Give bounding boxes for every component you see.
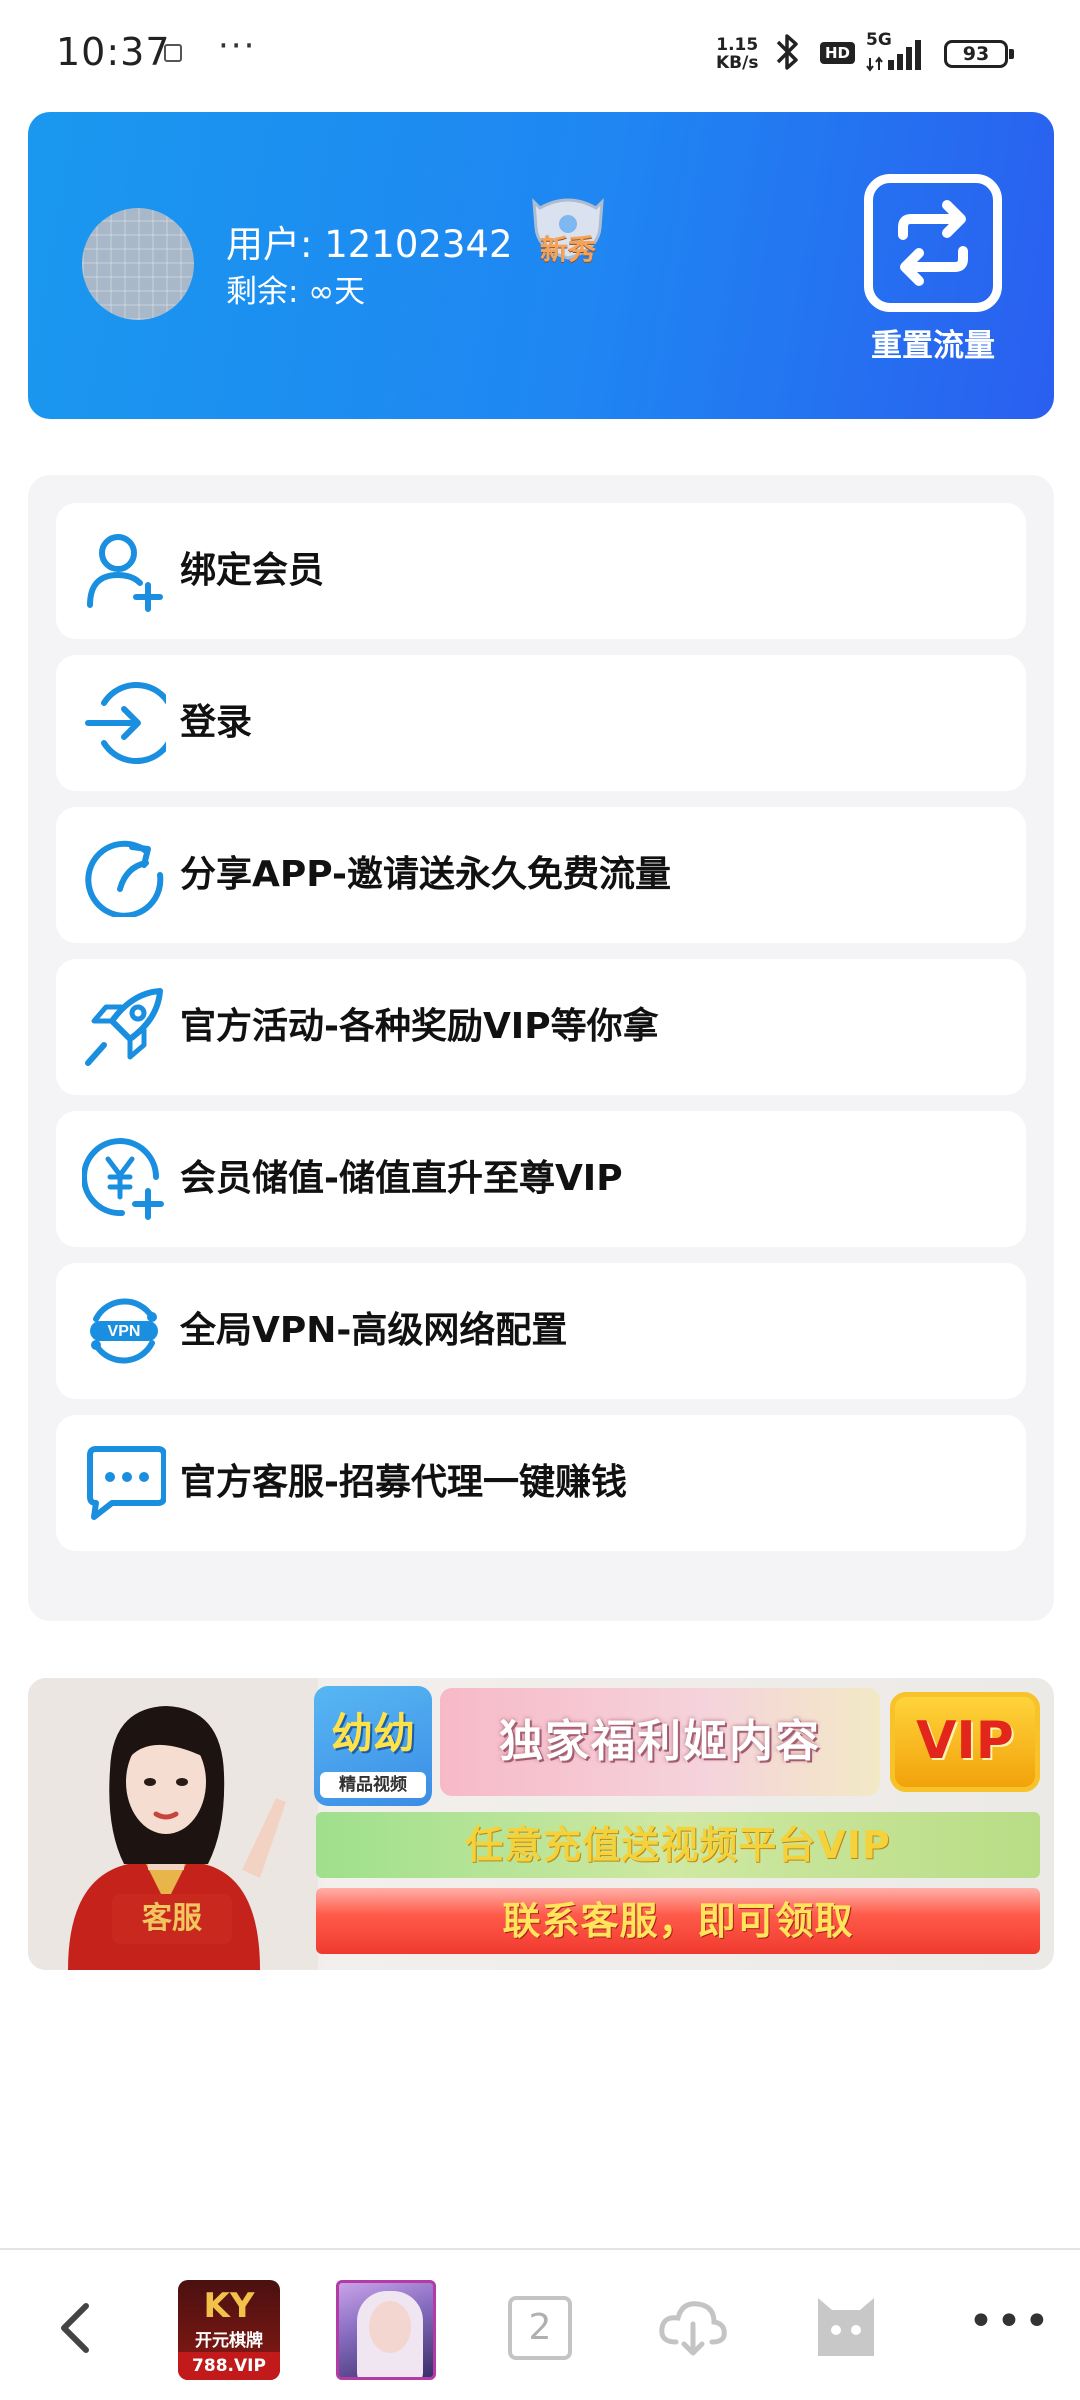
speed-value: 1.15 [716, 35, 759, 55]
app-logo-text: 幼幼 [330, 1709, 415, 1758]
menu-item-label: 全局VPN-高级网络配置 [180, 1310, 568, 1351]
app-logo-tile: 幼幼 精品视频 [314, 1686, 432, 1806]
menu-item-share-app[interactable]: 分享APP-邀请送永久免费流量 [56, 807, 1026, 943]
app-thumbnail-face [369, 2301, 411, 2353]
hd-voice-icon: HD [820, 42, 856, 64]
bluetooth-icon [776, 34, 798, 70]
shortcut-app-photo[interactable] [336, 2280, 436, 2380]
cloud-download-icon[interactable] [656, 2294, 728, 2358]
profile-card: 用户: 12102342 剩余: ∞天 新秀 重置流量 [28, 112, 1054, 419]
menu-item-login[interactable]: 登录 [56, 655, 1026, 791]
back-arrow-icon[interactable] [52, 2300, 100, 2356]
rocket-icon [85, 988, 163, 1066]
remaining-days: 剩余: ∞天 [226, 274, 366, 310]
cat-mode-icon[interactable] [814, 2290, 878, 2360]
speed-unit: KB/s [716, 53, 759, 73]
menu-item-label: 会员储值-储值直升至尊VIP [180, 1158, 623, 1199]
svg-text:VPN: VPN [108, 1323, 141, 1340]
menu-panel: 绑定会员 登录 分享APP-邀请送永久免费流量 官方活动-各种奖励VIP等你拿 [28, 475, 1054, 1621]
menu-item-label: 官方客服-招募代理一键赚钱 [180, 1462, 627, 1503]
menu-item-label: 登录 [180, 702, 253, 743]
shortcut-app-kaiyuan[interactable]: KY 开元棋牌 788.VIP [178, 2280, 280, 2380]
vip-badge: VIP [890, 1692, 1040, 1792]
banner-title: 独家福利姬内容 [440, 1688, 880, 1796]
network-speed: 1.15 KB/s [716, 36, 758, 72]
tabs-count-button[interactable]: 2 [508, 2296, 572, 2360]
menu-item-customer-service[interactable]: 官方客服-招募代理一键赚钱 [56, 1415, 1026, 1551]
avatar-pixel-pattern [82, 208, 194, 320]
reset-traffic-label: 重置流量 [871, 328, 995, 364]
promo-banner[interactable]: 客服 幼幼 精品视频 独家福利姬内容 VIP 任意充值送视频平台VIP 联系客服… [28, 1678, 1054, 1970]
vpn-icon: VPN [90, 1298, 158, 1364]
rank-label: 新秀 [539, 233, 596, 266]
chat-bubble-icon [87, 1446, 166, 1520]
app-name: 开元棋牌 [195, 2331, 263, 2351]
app-logo-subtitle: 精品视频 [320, 1772, 426, 1798]
battery-icon: 93 [944, 40, 1014, 68]
banner-contact-line: 联系客服，即可领取 [316, 1888, 1040, 1954]
rank-badge: 新秀 [526, 194, 610, 268]
user-id: 用户: 12102342 [226, 223, 513, 266]
status-time: 10:37 [56, 30, 171, 74]
yuan-plus-icon [82, 1138, 164, 1220]
share-refresh-icon [85, 840, 164, 917]
app-url: 788.VIP [178, 2352, 280, 2380]
menu-item-global-vpn[interactable]: VPN 全局VPN-高级网络配置 [56, 1263, 1026, 1399]
menu-item-official-activity[interactable]: 官方活动-各种奖励VIP等你拿 [56, 959, 1026, 1095]
menu-item-member-recharge[interactable]: 会员储值-储值直升至尊VIP [56, 1111, 1026, 1247]
avatar[interactable] [82, 208, 194, 320]
menu-item-bind-member[interactable]: 绑定会员 [56, 503, 1026, 639]
reset-swap-icon [864, 174, 1002, 312]
reset-traffic-button[interactable]: 重置流量 [858, 174, 1008, 364]
notification-icon [164, 44, 182, 62]
browser-bottom-bar: KY 开元棋牌 788.VIP 2 ••• [0, 2248, 1080, 2400]
menu-item-label: 绑定会员 [180, 550, 325, 591]
menu-item-label: 分享APP-邀请送永久免费流量 [180, 854, 671, 895]
status-bar: 10:37 ··· 1.15 KB/s HD 5G 93 [0, 0, 1080, 110]
menu-item-label: 官方活动-各种奖励VIP等你拿 [180, 1006, 659, 1047]
app-logo-text: KY [203, 2286, 255, 2326]
signal-icon: 5G [866, 30, 932, 76]
banner-promo-line: 任意充值送视频平台VIP [316, 1812, 1040, 1878]
add-user-icon [87, 534, 163, 612]
service-tag: 客服 [112, 1894, 232, 1944]
login-arrow-icon [85, 682, 166, 764]
more-notifications-icon: ··· [218, 26, 257, 66]
more-menu-icon[interactable]: ••• [968, 2296, 1052, 2347]
